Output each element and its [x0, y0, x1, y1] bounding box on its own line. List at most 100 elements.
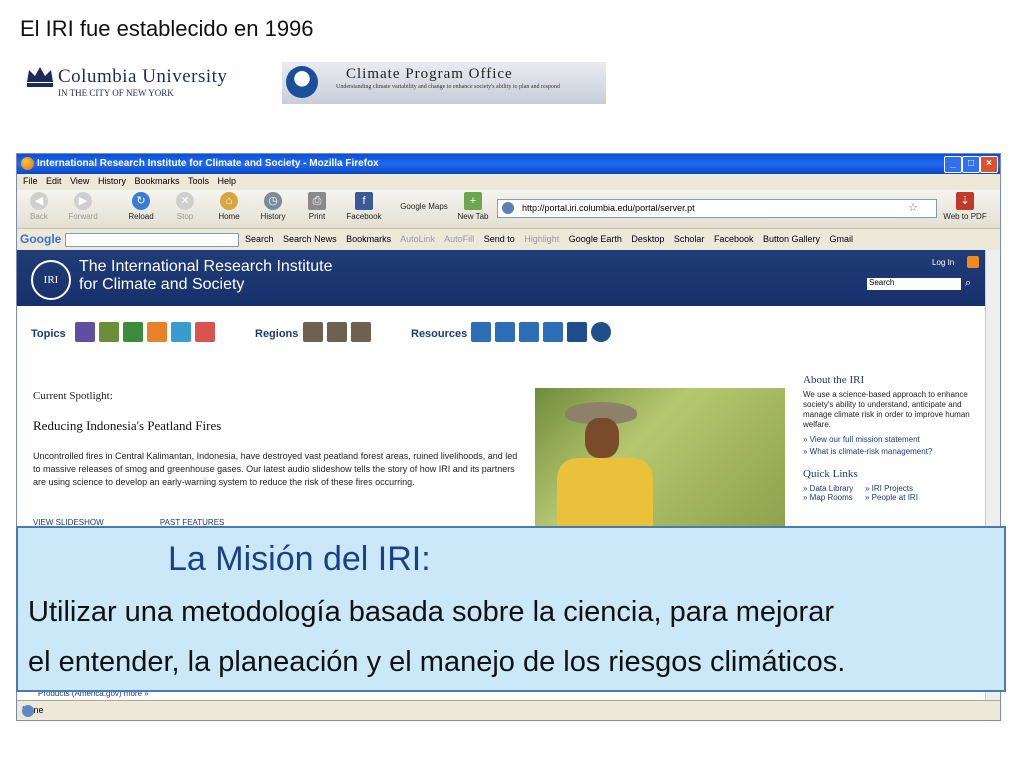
button-gallery-button[interactable]: Button Gallery	[763, 234, 820, 244]
facebook-button[interactable]: f Facebook	[341, 192, 387, 221]
about-text: We use a science-based approach to enhan…	[803, 390, 970, 429]
people-link[interactable]: » People at IRI	[865, 493, 927, 502]
data-library-link[interactable]: » Data Library	[803, 484, 865, 493]
web-to-pdf-button[interactable]: ⇣ Web to PDF	[941, 192, 989, 221]
mission-line-1: Utilizar una metodología basada sobre la…	[28, 596, 834, 628]
search-news-button[interactable]: Search News	[283, 234, 337, 244]
spotlight-title[interactable]: Reducing Indonesia's Peatland Fires	[33, 418, 221, 434]
resource-info-icon[interactable]	[591, 322, 611, 342]
resource-education-icon[interactable]	[471, 322, 491, 342]
maximize-button[interactable]: □	[962, 156, 980, 173]
crown-icon	[27, 67, 53, 87]
cpo-title: Climate Program Office	[346, 66, 513, 82]
columbia-name: Columbia University	[58, 66, 228, 87]
desktop-button[interactable]: Desktop	[631, 234, 664, 244]
stop-icon: ✕	[176, 192, 194, 210]
close-button[interactable]: ×	[980, 156, 998, 173]
forward-button[interactable]: ▶ Forward	[63, 192, 103, 221]
topic-health-icon[interactable]	[147, 322, 167, 342]
site-search-input[interactable]: Search	[867, 278, 961, 290]
title-bar: International Research Institute for Cli…	[17, 154, 1000, 174]
iri-projects-link[interactable]: » IRI Projects	[865, 484, 927, 493]
reload-button[interactable]: ↻ Reload	[121, 192, 161, 221]
new-tab-button[interactable]: + New Tab	[453, 192, 493, 221]
resources-label: Resources	[411, 328, 468, 340]
topic-environment-icon[interactable]	[123, 322, 143, 342]
print-button[interactable]: ⎙ Print	[297, 192, 337, 221]
autofill-button[interactable]: AutoFill	[444, 234, 474, 244]
google-logo: Google	[20, 232, 62, 246]
spotlight-label: Current Spotlight:	[33, 390, 113, 402]
resource-library-icon[interactable]	[543, 322, 563, 342]
mission-title: La Misión del IRI:	[168, 540, 431, 578]
about-heading: About the IRI	[803, 374, 865, 386]
login-link[interactable]: Log In	[932, 258, 954, 267]
region-africa-icon[interactable]	[303, 322, 323, 342]
resource-csp-icon[interactable]	[567, 322, 587, 342]
highlight-button[interactable]: Highlight	[524, 234, 559, 244]
menu-tools[interactable]: Tools	[188, 176, 209, 186]
menu-edit[interactable]: Edit	[46, 176, 62, 186]
map-rooms-link[interactable]: » Map Rooms	[803, 493, 865, 502]
topics-label: Topics	[31, 328, 66, 340]
slide-title: El IRI fue establecido en 1996	[20, 16, 314, 41]
stop-button[interactable]: ✕ Stop	[165, 192, 205, 221]
firefox-icon	[21, 157, 34, 170]
spotlight-body: Uncontrolled fires in Central Kalimantan…	[33, 451, 518, 487]
clock-icon: ◷	[264, 192, 282, 210]
facebook-icon: f	[355, 192, 373, 210]
region-asia-icon[interactable]	[327, 322, 347, 342]
resource-data-icon[interactable]	[495, 322, 515, 342]
cpo-subtitle: Understanding climate variability and ch…	[336, 84, 561, 90]
search-icon[interactable]: ⌕	[965, 277, 971, 290]
home-button[interactable]: ⌂ Home	[209, 192, 249, 221]
google-search-button[interactable]: Search	[245, 234, 274, 244]
regions-label: Regions	[255, 328, 299, 340]
bookmarks-button[interactable]: Bookmarks	[346, 234, 391, 244]
site-title: The International Research Institute for…	[79, 258, 332, 294]
minimize-button[interactable]: _	[944, 156, 962, 173]
autolink-button[interactable]: AutoLink	[400, 234, 435, 244]
site-title-line1: The International Research Institute	[79, 258, 333, 275]
history-button[interactable]: ◷ History	[253, 192, 293, 221]
columbia-logo: Columbia University IN THE CITY OF NEW Y…	[24, 62, 274, 102]
home-icon: ⌂	[220, 192, 238, 210]
mission-statement-link[interactable]: » View our full mission statement	[803, 434, 983, 446]
google-earth-button[interactable]: Google Earth	[569, 234, 622, 244]
resource-maps-icon[interactable]	[519, 322, 539, 342]
region-americas-icon[interactable]	[351, 322, 371, 342]
topic-water-icon[interactable]	[171, 322, 191, 342]
google-maps-button[interactable]: Google Maps	[395, 202, 453, 211]
send-to-button[interactable]: Send to	[484, 234, 515, 244]
status-bar: Done	[17, 700, 1000, 719]
climate-program-office-logo: Climate Program Office Understanding cli…	[282, 62, 606, 104]
google-toolbar-items: Search Search News Bookmarks AutoLink Au…	[245, 234, 860, 244]
menu-bookmarks[interactable]: Bookmarks	[134, 176, 179, 186]
gmail-button[interactable]: Gmail	[830, 234, 854, 244]
pdf-icon: ⇣	[956, 192, 974, 210]
back-button[interactable]: ◀ Back	[19, 192, 59, 221]
menu-help[interactable]: Help	[218, 176, 237, 186]
site-header: IRI The International Research Institute…	[17, 250, 985, 306]
menu-history[interactable]: History	[98, 176, 126, 186]
google-search-input[interactable]	[65, 233, 239, 247]
url-text: http://portal.iri.columbia.edu/portal/se…	[522, 203, 695, 213]
rss-icon[interactable]	[967, 256, 979, 268]
site-icon	[502, 202, 514, 214]
facebook-toolbar-button[interactable]: Facebook	[714, 234, 754, 244]
topic-disasters-icon[interactable]	[195, 322, 215, 342]
iri-logo[interactable]: IRI	[31, 260, 71, 300]
noaa-icon	[286, 66, 318, 98]
scholar-button[interactable]: Scholar	[674, 234, 705, 244]
status-icon	[22, 705, 34, 717]
menu-file[interactable]: File	[23, 176, 38, 186]
climate-risk-link[interactable]: » What is climate-risk management?	[803, 446, 983, 458]
menu-bar: File Edit View History Bookmarks Tools H…	[17, 174, 1000, 190]
sidebar: About the IRI We use a science-based app…	[803, 374, 983, 502]
site-title-line2: for Climate and Society	[79, 276, 245, 293]
menu-view[interactable]: View	[70, 176, 89, 186]
topic-climate-icon[interactable]	[75, 322, 95, 342]
topic-agriculture-icon[interactable]	[99, 322, 119, 342]
bookmark-star-icon[interactable]: ☆	[908, 201, 918, 214]
address-bar[interactable]: http://portal.iri.columbia.edu/portal/se…	[497, 199, 937, 218]
